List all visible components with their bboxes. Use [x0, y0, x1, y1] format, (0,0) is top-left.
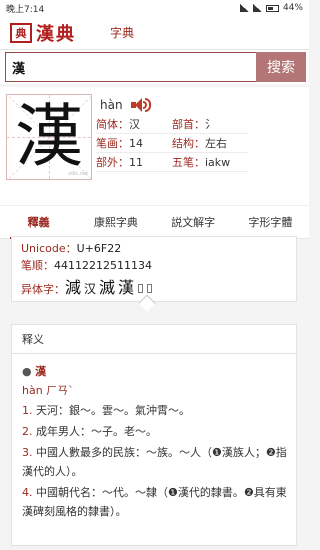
definition-character: ● 漢 [22, 365, 47, 378]
stroke-order-label: 笔顺： [21, 259, 54, 272]
variants-label: 异体字： [21, 283, 65, 296]
unicode-value: U+6F22 [76, 242, 122, 255]
pinyin: hàn [100, 98, 123, 112]
definition-pronunciation: hàn ㄏㄢˋ [22, 384, 74, 397]
info-row: 部外：11 五笔：iakw [96, 153, 248, 172]
stroke-order-value: 44112212511134 [54, 259, 152, 272]
tab-shuowen[interactable]: 説文解字 [155, 206, 232, 238]
tab-kangxi[interactable]: 康熙字典 [77, 206, 154, 238]
sense-item: 1. 天河：銀～。雲～。氣沖霄～。 [22, 404, 190, 417]
watermark: zdic.net [68, 171, 88, 177]
variant-char[interactable]: 漢 [118, 274, 134, 298]
status-indicators: 44% [239, 3, 303, 13]
battery-icon [265, 4, 279, 12]
sense-item: 4. 中國朝代名：～代。～隸（❶漢代的隸書。❷具有東漢碑刻風格的隸書）。 [22, 486, 287, 518]
search-button[interactable]: 搜索 [256, 52, 306, 82]
info-strokes: 笔画：14 [96, 137, 143, 150]
variant-list: 減 汉 滅 漢 [65, 274, 153, 298]
battery-level: 44% [282, 3, 303, 13]
info-simplified: 简体：汉 [96, 118, 140, 131]
sense-item: 2. 成年男人：～子。老～。 [22, 425, 157, 438]
tab-glyph-forms[interactable]: 字形字體 [232, 206, 309, 238]
app-bar: 典 漢典 字典 [0, 16, 309, 50]
variant-char[interactable]: 減 [65, 274, 81, 298]
definition-heading: 释义 [12, 325, 296, 354]
sense-item: 3. 中國人數最多的民族：～族。～人（❶漢族人；❷指漢代的人）。 [22, 446, 287, 478]
unicode-line: Unicode： U+6F22 [21, 240, 287, 257]
search-bar: 搜索 [0, 50, 309, 84]
unicode-label: Unicode： [21, 242, 77, 255]
info-structure: 结构：左右 [172, 137, 227, 150]
speaker-icon[interactable] [130, 97, 151, 113]
info-outer-strokes: 部外：11 [96, 156, 143, 169]
pinyin-row: hàn [100, 97, 151, 113]
info-radical: 部首：氵 [172, 118, 216, 131]
missing-glyph [138, 284, 144, 293]
status-time: 晚上7:14 [6, 4, 45, 15]
signal-icon [239, 4, 249, 12]
missing-glyph [147, 284, 153, 293]
info-row: 简体：汉 部首：氵 [96, 115, 248, 134]
variants-line: 异体字： 減 汉 滅 漢 [21, 274, 287, 297]
app-logo: 典 漢典 [10, 20, 76, 46]
info-row: 笔画：14 结构：左右 [96, 134, 248, 153]
variant-char[interactable]: 滅 [99, 274, 115, 298]
status-bar: 晚上7:14 44% [0, 0, 309, 16]
stroke-order-line: 笔顺： 44112212511134 [21, 257, 287, 274]
content-tabs: 釋義 康熙字典 説文解字 字形字體 [0, 205, 309, 239]
character-glyph: 漢 [14, 98, 83, 177]
character-summary: 漢 zdic.net hàn 简体：汉 部首：氵 笔画：14 结构：左右 部外：… [0, 87, 309, 205]
search-input[interactable] [5, 52, 256, 82]
logo-seal: 典 [10, 22, 32, 43]
tab-dictionary[interactable]: 字典 [110, 24, 134, 41]
variant-char[interactable]: 汉 [84, 280, 96, 297]
logo-text: 漢典 [36, 23, 76, 45]
signal-icon [252, 4, 262, 12]
definition-body: ● 漢 hàn ㄏㄢˋ 1. 天河：銀～。雲～。氣沖霄～。 2. 成年男人：～子… [12, 354, 296, 521]
tab-definition[interactable]: 釋義 [0, 206, 77, 239]
character-info: 简体：汉 部首：氵 笔画：14 结构：左右 部外：11 五笔：iakw [96, 115, 248, 172]
code-card: Unicode： U+6F22 笔顺： 44112212511134 异体字： … [11, 236, 297, 312]
definition-card: 释义 ● 漢 hàn ㄏㄢˋ 1. 天河：銀～。雲～。氣沖霄～。 2. 成年男人… [11, 324, 297, 546]
glyph-box: 漢 zdic.net [6, 94, 92, 180]
info-wubi: 五笔：iakw [172, 156, 231, 169]
